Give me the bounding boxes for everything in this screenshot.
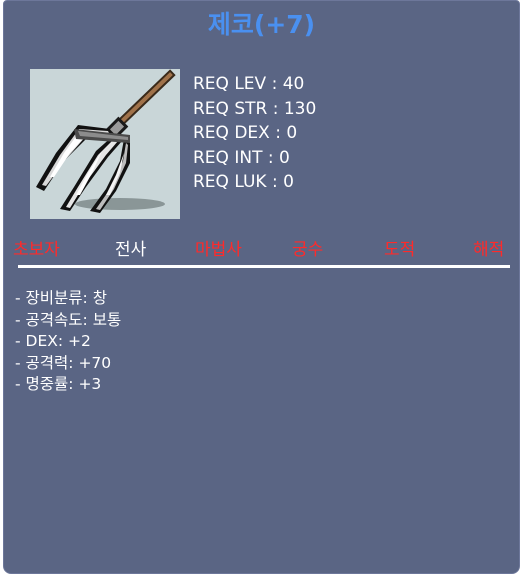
item-tooltip-panel: 제코(+7) REQ LEV: 40 REQ STR: 130 REQ DE… <box>3 0 520 574</box>
divider <box>18 265 510 268</box>
spear-icon <box>36 69 176 213</box>
stat-attack: - 공격력: +70 <box>15 353 112 372</box>
stat-accuracy: - 명중률: +3 <box>15 375 102 393</box>
req-str: REQ STR : 130 <box>193 98 317 119</box>
stat-dex: - DEX: +2 <box>15 332 91 350</box>
stat-category: - 장비분류: 창 <box>15 289 107 307</box>
job-restrictions: 초보자 전사 마법사 궁수 도적 해적 <box>4 235 519 260</box>
stat-attack-speed: - 공격속도: 보통 <box>15 310 122 329</box>
req-level: REQ LEV : 40 <box>193 74 305 94</box>
item-icon-frame <box>30 69 180 219</box>
job-thief: 도적 <box>384 240 416 260</box>
job-magician: 마법사 <box>195 240 242 260</box>
requirements-list: REQ LEV : 40 REQ STR : 130 REQ DEX : 0 R… <box>193 72 316 195</box>
job-archer: 궁수 <box>292 240 324 260</box>
job-warrior: 전사 <box>115 240 147 260</box>
req-dex: REQ DEX : 0 <box>193 123 298 144</box>
job-beginner: 초보자 <box>13 240 60 260</box>
item-name: 제코(+7) <box>207 10 316 39</box>
item-stats-list: - 장비분류: 창 - 공격속도: 보통 - DEX: +2 - 공격력: +7… <box>15 288 121 396</box>
req-int: REQ INT : 0 <box>193 147 290 168</box>
job-pirate: 해적 <box>473 240 505 260</box>
req-luk: REQ LUK : 0 <box>193 172 294 193</box>
